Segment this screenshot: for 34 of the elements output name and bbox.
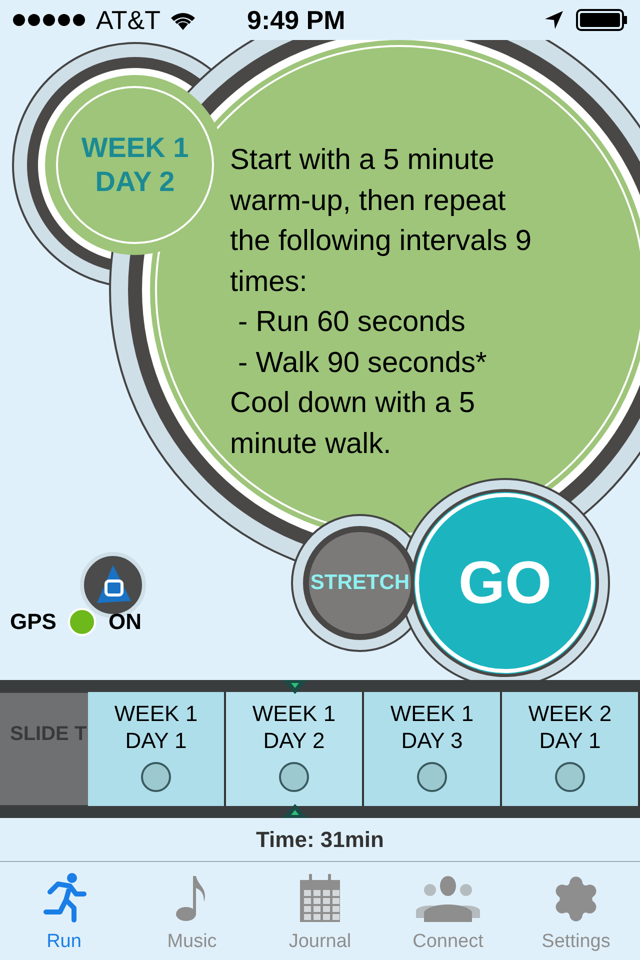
- tab[interactable]: Connect: [384, 862, 512, 960]
- day-label: DAY 1: [539, 727, 601, 754]
- week-label: WEEK 2: [528, 700, 612, 727]
- day-label: DAY 2: [263, 727, 325, 754]
- total-time: Time: 31min: [256, 826, 384, 854]
- slider-handle[interactable]: SLIDE T: [0, 692, 88, 806]
- clock: 9:49 PM: [247, 4, 346, 36]
- signal-icon: [12, 13, 88, 27]
- week-day-title: WEEK 1: [81, 131, 189, 165]
- instruction-line: times:: [230, 264, 308, 300]
- day-slider[interactable]: SLIDE T WEEK 1 DAY 1 WEEK 1 DAY 2 WEEK 1 DAY 3 WEEK 2 DAY 1: [0, 680, 640, 818]
- week-label: WEEK 1: [390, 700, 474, 727]
- instruction-line: warm-up, then repeat: [230, 184, 507, 218]
- instruction-line: Cool down with a 5: [230, 386, 476, 421]
- week-label: WEEK 1: [252, 700, 336, 727]
- gps-label: GPS: [10, 608, 56, 636]
- tab[interactable]: Music: [128, 862, 256, 960]
- location-arrow-icon: [544, 10, 564, 30]
- day-label: DAY 1: [125, 727, 187, 754]
- week-label: WEEK 1: [114, 700, 198, 727]
- slide-hint: SLIDE T: [10, 722, 87, 747]
- instruction-line: minute walk.: [230, 426, 392, 462]
- tab[interactable]: Settings: [512, 862, 640, 960]
- week-day-title: DAY 2: [95, 165, 175, 199]
- instruction-line: the following intervals 9: [230, 224, 532, 259]
- tab[interactable]: Run: [0, 862, 128, 960]
- carrier-name: AT&T: [96, 4, 161, 36]
- gps-status: ON: [108, 608, 142, 636]
- tab[interactable]: Journal: [256, 862, 384, 960]
- instruction-line: - Run 60 seconds: [237, 305, 466, 340]
- instruction-line: Start with a 5 minute: [230, 143, 496, 178]
- day-label: DAY 3: [401, 727, 463, 754]
- battery-icon: [576, 9, 628, 31]
- instruction-line: - Walk 90 seconds*: [237, 346, 488, 380]
